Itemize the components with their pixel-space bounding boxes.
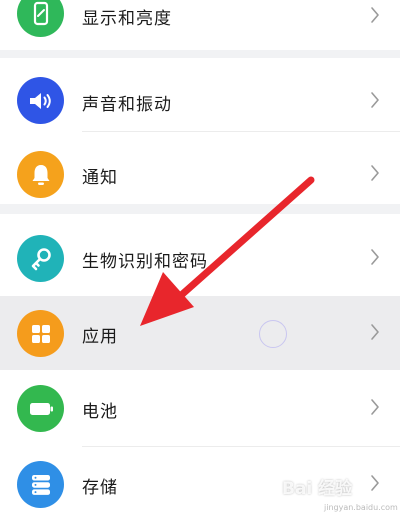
annotation-arrow — [140, 176, 315, 326]
watermark-logo: Bai 经验 — [282, 479, 353, 499]
watermark-url: jingyan.baidu.com — [324, 503, 398, 512]
